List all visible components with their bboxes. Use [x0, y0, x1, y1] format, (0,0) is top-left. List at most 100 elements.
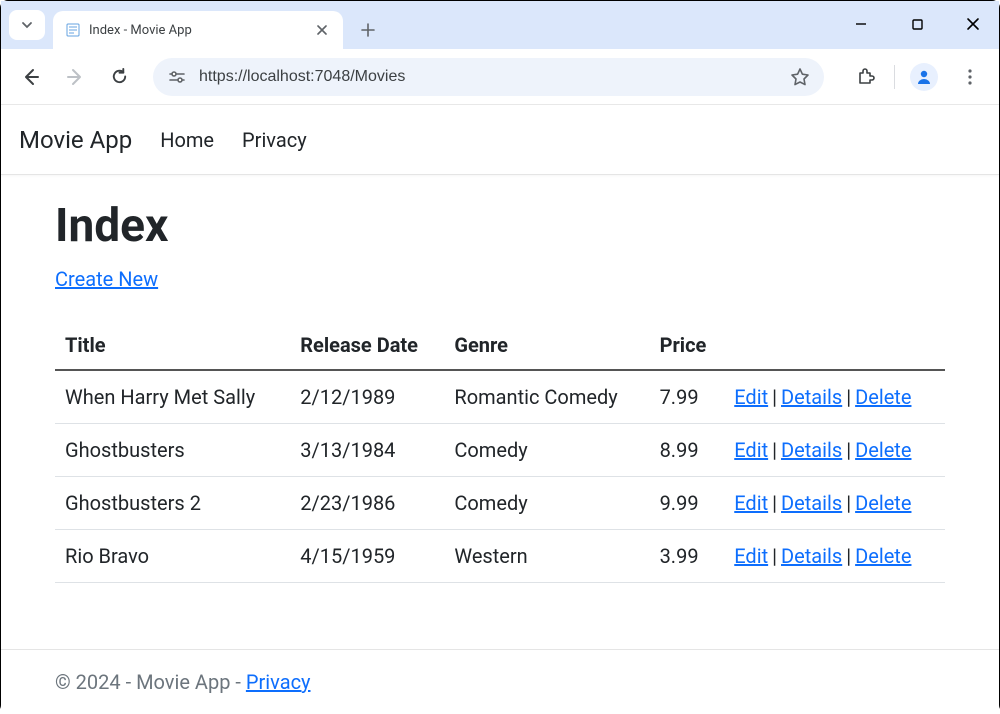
delete-link[interactable]: Delete — [855, 385, 911, 409]
details-link[interactable]: Details — [781, 491, 842, 515]
app-navbar: Movie App Home Privacy — [1, 105, 999, 175]
col-price: Price — [650, 321, 725, 370]
table-row: Ghostbusters3/13/1984Comedy8.99Edit|Deta… — [55, 424, 945, 477]
cell-title: Rio Bravo — [55, 530, 290, 583]
col-release-date: Release Date — [290, 321, 444, 370]
toolbar-right — [848, 60, 987, 94]
col-genre: Genre — [444, 321, 649, 370]
separator: | — [768, 491, 781, 515]
cell-actions: Edit|Details|Delete — [724, 370, 945, 424]
tab-title: Index - Movie App — [89, 23, 305, 38]
avatar — [910, 63, 938, 91]
kebab-icon — [961, 68, 979, 86]
edit-link[interactable]: Edit — [734, 385, 768, 409]
details-link[interactable]: Details — [781, 544, 842, 568]
reload-icon — [110, 67, 129, 86]
page-favicon-icon — [65, 22, 81, 38]
edit-link[interactable]: Edit — [734, 544, 768, 568]
cell-release-date: 4/15/1959 — [290, 530, 444, 583]
star-icon — [790, 67, 810, 87]
cell-release-date: 3/13/1984 — [290, 424, 444, 477]
details-link[interactable]: Details — [781, 385, 842, 409]
separator: | — [842, 438, 855, 462]
main-container: Index Create New Title Release Date Genr… — [1, 175, 999, 613]
edit-link[interactable]: Edit — [734, 491, 768, 515]
col-actions — [724, 321, 945, 370]
create-new-link[interactable]: Create New — [55, 267, 158, 291]
tab-close-button[interactable] — [313, 21, 331, 39]
arrow-right-icon — [65, 67, 85, 87]
cell-price: 7.99 — [650, 370, 725, 424]
separator: | — [768, 385, 781, 409]
back-button[interactable] — [13, 59, 49, 95]
cell-genre: Western — [444, 530, 649, 583]
profile-button[interactable] — [907, 60, 941, 94]
table-row: When Harry Met Sally2/12/1989Romantic Co… — [55, 370, 945, 424]
delete-link[interactable]: Delete — [855, 544, 911, 568]
delete-link[interactable]: Delete — [855, 491, 911, 515]
minimize-icon — [854, 17, 868, 31]
tab-search-dropdown[interactable] — [9, 10, 45, 40]
nav-link-privacy[interactable]: Privacy — [242, 128, 307, 152]
window-controls — [843, 9, 991, 39]
separator: | — [768, 438, 781, 462]
cell-price: 3.99 — [650, 530, 725, 583]
minimize-button[interactable] — [843, 9, 879, 39]
separator — [894, 65, 895, 89]
close-icon — [966, 17, 980, 31]
chevron-down-icon — [21, 19, 33, 31]
separator: | — [842, 385, 855, 409]
cell-title: Ghostbusters 2 — [55, 477, 290, 530]
menu-button[interactable] — [953, 60, 987, 94]
col-title: Title — [55, 321, 290, 370]
extensions-button[interactable] — [848, 60, 882, 94]
cell-price: 9.99 — [650, 477, 725, 530]
cell-release-date: 2/12/1989 — [290, 370, 444, 424]
maximize-button[interactable] — [899, 9, 935, 39]
nav-link-home[interactable]: Home — [160, 128, 214, 152]
cell-price: 8.99 — [650, 424, 725, 477]
url-input[interactable] — [199, 68, 778, 86]
bookmark-button[interactable] — [790, 67, 810, 87]
forward-button[interactable] — [57, 59, 93, 95]
footer-text: © 2024 - Movie App - — [55, 670, 246, 694]
footer: © 2024 - Movie App - Privacy — [1, 649, 999, 714]
cell-title: Ghostbusters — [55, 424, 290, 477]
browser-toolbar — [1, 49, 999, 105]
close-window-button[interactable] — [955, 9, 991, 39]
footer-privacy-link[interactable]: Privacy — [246, 670, 311, 694]
separator: | — [842, 491, 855, 515]
table-header-row: Title Release Date Genre Price — [55, 321, 945, 370]
page-content: Movie App Home Privacy Index Create New … — [1, 105, 999, 714]
edit-link[interactable]: Edit — [734, 438, 768, 462]
brand-link[interactable]: Movie App — [19, 126, 132, 154]
browser-tab-strip: Index - Movie App — [1, 1, 999, 49]
plus-icon — [361, 23, 375, 37]
page-title: Index — [55, 199, 945, 253]
reload-button[interactable] — [101, 59, 137, 95]
maximize-icon — [911, 18, 924, 31]
cell-actions: Edit|Details|Delete — [724, 477, 945, 530]
separator: | — [842, 544, 855, 568]
arrow-left-icon — [21, 67, 41, 87]
close-icon — [317, 25, 327, 35]
table-row: Rio Bravo4/15/1959Western3.99Edit|Detail… — [55, 530, 945, 583]
delete-link[interactable]: Delete — [855, 438, 911, 462]
cell-actions: Edit|Details|Delete — [724, 424, 945, 477]
cell-title: When Harry Met Sally — [55, 370, 290, 424]
puzzle-icon — [855, 67, 875, 87]
cell-release-date: 2/23/1986 — [290, 477, 444, 530]
cell-actions: Edit|Details|Delete — [724, 530, 945, 583]
cell-genre: Romantic Comedy — [444, 370, 649, 424]
address-bar[interactable] — [153, 58, 824, 96]
new-tab-button[interactable] — [353, 15, 383, 45]
table-row: Ghostbusters 22/23/1986Comedy9.99Edit|De… — [55, 477, 945, 530]
site-settings-icon[interactable] — [167, 67, 187, 87]
movies-table: Title Release Date Genre Price When Harr… — [55, 321, 945, 583]
cell-genre: Comedy — [444, 424, 649, 477]
person-icon — [914, 67, 934, 87]
browser-tab[interactable]: Index - Movie App — [53, 11, 343, 49]
cell-genre: Comedy — [444, 477, 649, 530]
details-link[interactable]: Details — [781, 438, 842, 462]
separator: | — [768, 544, 781, 568]
